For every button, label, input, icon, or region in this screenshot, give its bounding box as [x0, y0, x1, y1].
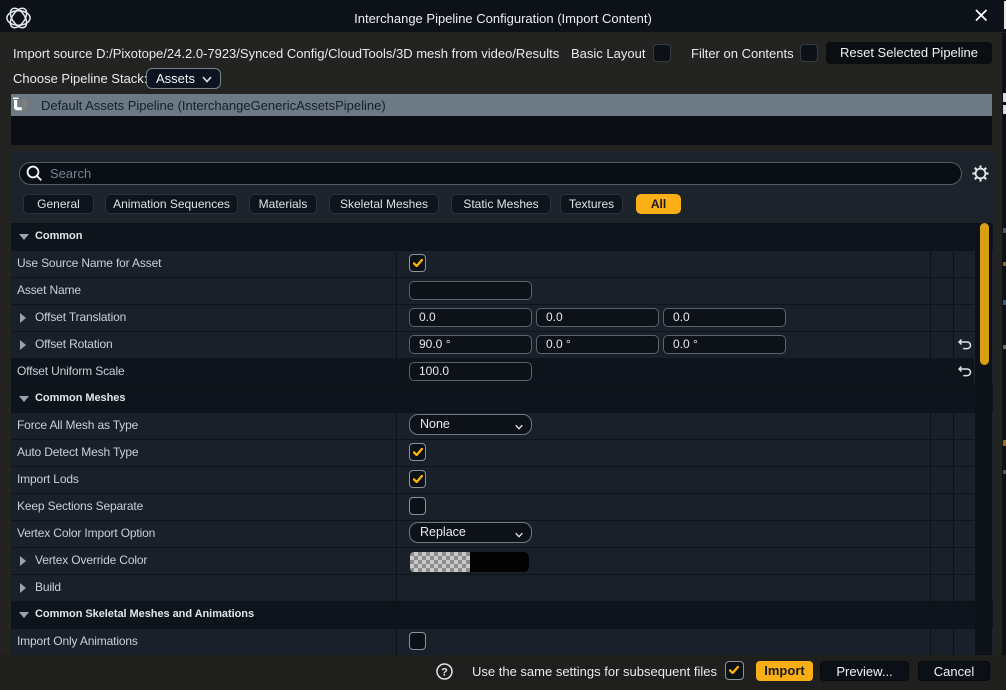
svg-text:?: ? [441, 667, 448, 679]
